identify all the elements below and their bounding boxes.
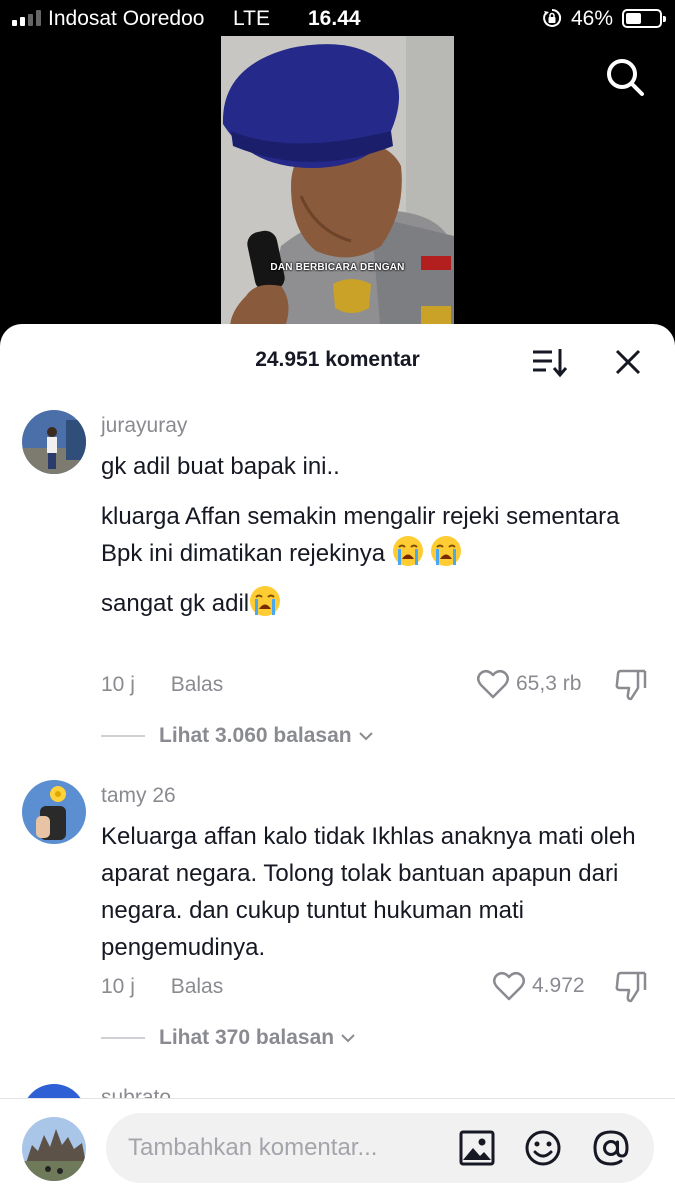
crying-emoji-icon: [392, 536, 423, 566]
comment-input[interactable]: Tambahkan komentar...: [106, 1113, 654, 1183]
chevron-down-icon: [341, 1034, 355, 1043]
comment-meta: 10 j Balas: [101, 673, 223, 697]
emoji-icon[interactable]: [524, 1129, 562, 1167]
network-type: LTE: [233, 7, 270, 30]
comment-paragraph: kluarga Affan semakin mengalir rejeki se…: [101, 503, 620, 567]
carrier-name: Indosat Ooredoo: [48, 7, 205, 30]
comment-composer: Tambahkan komentar...: [0, 1098, 675, 1200]
crying-emoji-icon: [431, 536, 462, 566]
chevron-down-icon: [358, 732, 373, 741]
battery-percent: 46%: [571, 7, 614, 30]
comment-input-placeholder: Tambahkan komentar...: [128, 1134, 378, 1161]
signal-strength-icon: [12, 10, 41, 26]
like-count: 4.972: [532, 974, 585, 997]
view-replies-button[interactable]: Lihat 370 balasan: [101, 1026, 356, 1050]
like-button[interactable]: 4.972: [492, 970, 585, 1002]
avatar[interactable]: [22, 410, 86, 474]
crying-emoji-icon: [250, 586, 281, 616]
like-count: 65,3 rb: [516, 672, 582, 695]
avatar[interactable]: [22, 780, 86, 844]
thumbs-down-icon[interactable]: [614, 970, 648, 1004]
comment-meta: 10 j Balas: [101, 975, 223, 999]
reply-button[interactable]: Balas: [171, 673, 224, 696]
thumbs-down-icon[interactable]: [614, 668, 648, 702]
comment-time: 10 j: [101, 975, 135, 998]
view-replies-button[interactable]: Lihat 3.060 balasan: [101, 724, 374, 748]
video-player[interactable]: DAN BERBICARA DENGAN: [221, 36, 454, 336]
heart-icon: [493, 972, 525, 1001]
comment-paragraph: gk adil buat bapak ini..: [101, 453, 340, 480]
comment-text: gk adil buat bapak ini.. kluarga Affan s…: [101, 448, 641, 635]
orientation-lock-icon: [543, 8, 562, 27]
comment-paragraph: Keluarga affan kalo tidak Ikhlas anaknya…: [101, 823, 636, 961]
my-avatar: [22, 1117, 86, 1181]
comment-count: 24.951 komentar: [255, 348, 420, 371]
image-icon[interactable]: [458, 1129, 496, 1167]
comment-username[interactable]: jurayuray: [101, 414, 187, 438]
at-mention-icon[interactable]: [592, 1129, 630, 1167]
comments-header: 24.951 komentar: [0, 324, 675, 392]
search-icon[interactable]: [603, 55, 647, 99]
sort-icon[interactable]: [530, 346, 568, 378]
comment-username[interactable]: tamy 26: [101, 784, 176, 808]
reply-button[interactable]: Balas: [171, 975, 224, 998]
comments-sheet: 24.951 komentar jurayuray gk adil buat b…: [0, 324, 675, 1200]
close-icon[interactable]: [612, 346, 644, 378]
video-caption: DAN BERBICARA DENGAN: [270, 262, 405, 273]
comment-time: 10 j: [101, 673, 135, 696]
status-time: 16.44: [308, 7, 361, 30]
battery-icon: [622, 9, 666, 28]
status-bar: Indosat Ooredoo LTE 16.44 46%: [0, 0, 675, 36]
like-button[interactable]: 65,3 rb: [476, 668, 581, 700]
comment-paragraph: sangat gk adil: [101, 585, 641, 622]
heart-icon: [477, 670, 509, 699]
video-frame: [221, 36, 454, 336]
comment-text: Keluarga affan kalo tidak Ikhlas anaknya…: [101, 818, 641, 966]
